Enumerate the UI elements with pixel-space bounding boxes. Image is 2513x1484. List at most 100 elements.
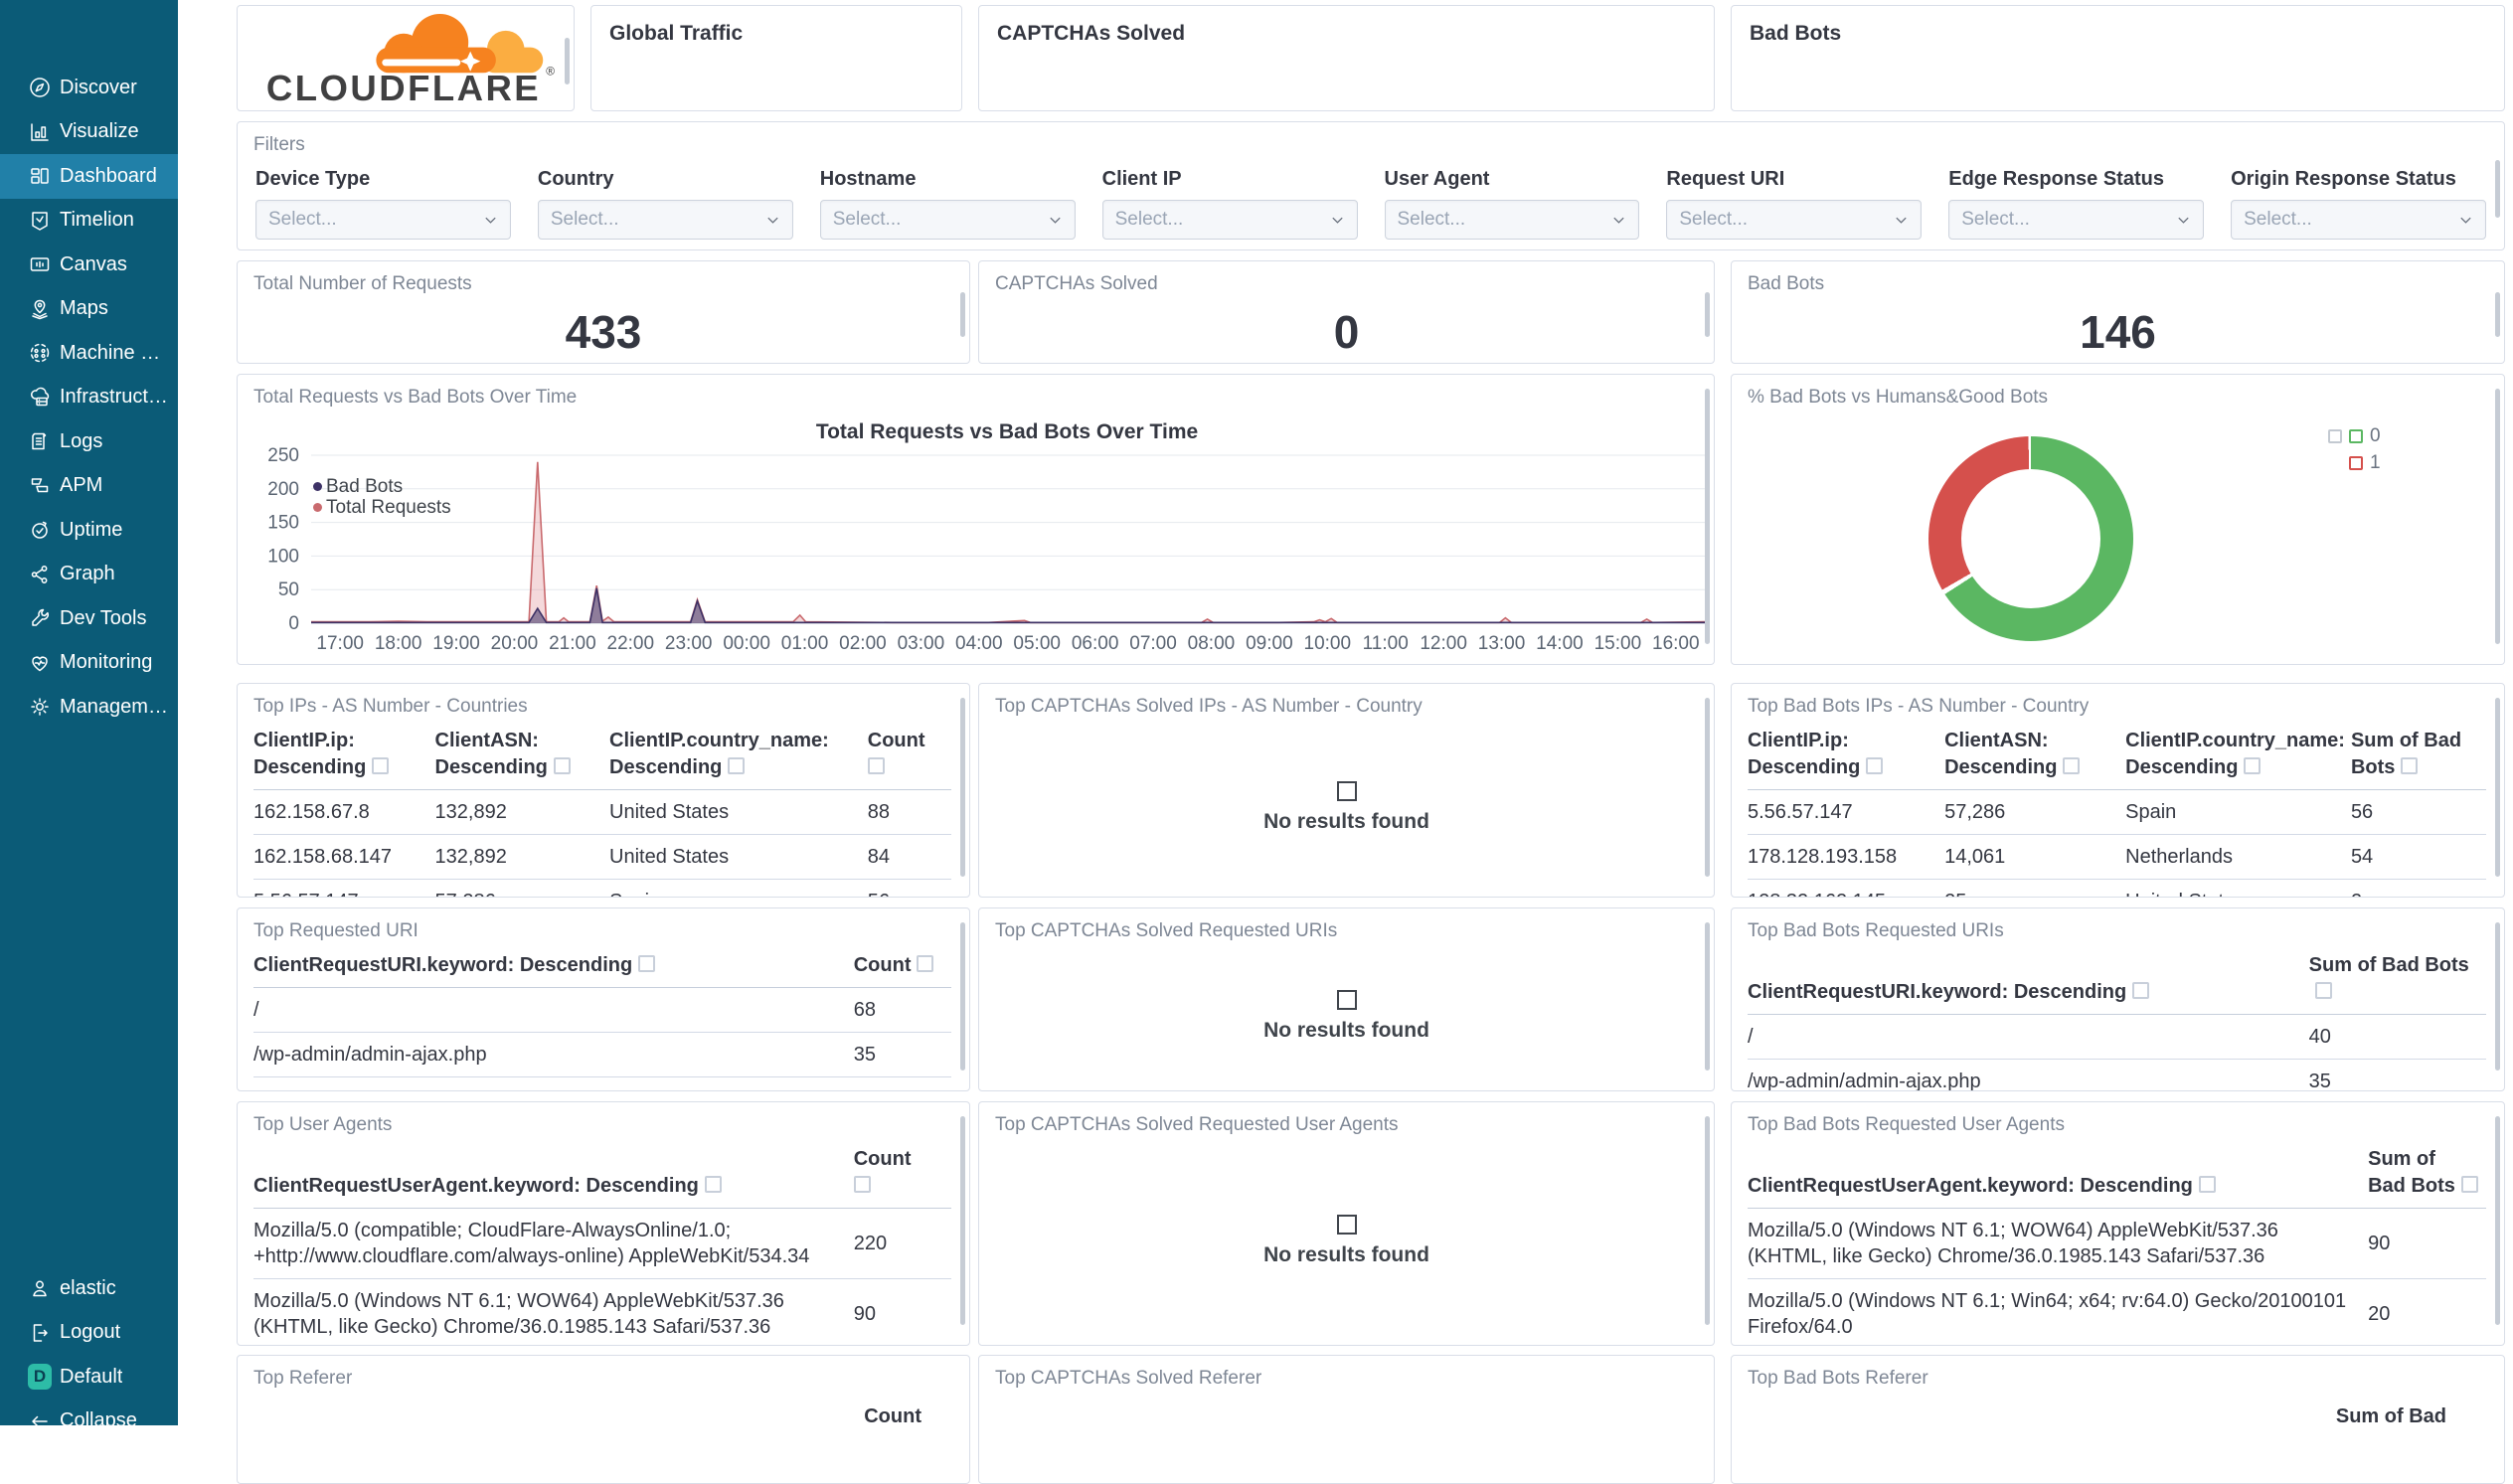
sort-box-icon bbox=[2244, 757, 2262, 774]
chevron-down-icon bbox=[485, 217, 496, 224]
scrollbar[interactable] bbox=[2495, 698, 2500, 877]
chart-legend: Bad Bots Total Requests bbox=[313, 476, 451, 518]
scrollbar[interactable] bbox=[1705, 291, 1710, 338]
table-cell: Mozilla/5.0 (compatible; CloudFlare-Alwa… bbox=[253, 1208, 854, 1279]
sidebar-item-timelion[interactable]: Timelion bbox=[0, 199, 178, 244]
scrollbar[interactable] bbox=[2495, 922, 2500, 1071]
cloudflare-logo-panel: CLOUDFLARE ® bbox=[237, 5, 575, 111]
table-column-header[interactable]: ClientRequestUserAgent.keyword: Descendi… bbox=[253, 1140, 854, 1209]
scrollbar[interactable] bbox=[1705, 698, 1710, 877]
sidebar-item-machine-learning[interactable]: Machine Le… bbox=[0, 331, 178, 376]
global-traffic-header-panel: Global Traffic bbox=[590, 5, 962, 111]
table-column-header[interactable]: ClientIP.country_name: Descending bbox=[2125, 722, 2351, 790]
table-cell: /wp-admin/admin-ajax.php bbox=[253, 1032, 854, 1077]
section-title-global-traffic: Global Traffic bbox=[609, 22, 744, 45]
filter-select-hostname[interactable]: Select... bbox=[819, 200, 1076, 240]
filter-select-country[interactable]: Select... bbox=[537, 200, 793, 240]
table-column-header[interactable]: Count bbox=[853, 946, 951, 988]
table-column-header[interactable]: Count bbox=[853, 1140, 951, 1209]
sidebar-item-visualize[interactable]: Visualize bbox=[0, 110, 178, 155]
sidebar-item-graph[interactable]: Graph bbox=[0, 553, 178, 597]
sidebar-item-apm[interactable]: APM bbox=[0, 464, 178, 509]
scrollbar[interactable] bbox=[960, 698, 965, 877]
scrollbar[interactable] bbox=[2495, 291, 2500, 338]
line-chart: Total Requests vs Bad Bots Over Time 0 50… bbox=[238, 375, 1714, 664]
table-panel-title: Top Bad Bots IPs - AS Number - Country bbox=[1748, 696, 2090, 717]
table-column-header[interactable]: ClientASN: Descending bbox=[1944, 722, 2126, 790]
scrollbar[interactable] bbox=[1705, 922, 1710, 1071]
filter-select-device-type[interactable]: Select... bbox=[255, 200, 511, 240]
table-cell: 16 bbox=[853, 1076, 951, 1090]
sidebar-item-collapse[interactable]: Collapse bbox=[0, 1400, 178, 1444]
scrollbar[interactable] bbox=[960, 922, 965, 1071]
filter-label: Edge Response Status bbox=[1948, 168, 2164, 190]
table-panel-title: Top CAPTCHAs Solved Requested URIs bbox=[995, 920, 1338, 941]
sidebar-item-dashboard[interactable]: Dashboard bbox=[0, 154, 178, 199]
section-title-bad-bots: Bad Bots bbox=[1750, 22, 1842, 45]
scrollbar[interactable] bbox=[565, 37, 570, 84]
sidebar-item-canvas[interactable]: Canvas bbox=[0, 243, 178, 287]
svg-text:100: 100 bbox=[267, 546, 299, 567]
legend-item-total-requests[interactable]: Total Requests bbox=[313, 497, 451, 518]
table-row: /40 bbox=[1748, 1014, 2486, 1060]
monitoring-icon bbox=[28, 651, 52, 675]
svg-text:11:00: 11:00 bbox=[1363, 633, 1409, 654]
table-column-header[interactable]: ClientIP.ip: Descending bbox=[1748, 722, 1945, 790]
legend-item-bad-bots[interactable]: Bad Bots bbox=[313, 476, 451, 497]
table-column-header[interactable]: Sum of Bad Bots bbox=[2368, 1140, 2486, 1209]
filter-select-request-uri[interactable]: Select... bbox=[1666, 200, 1923, 240]
infrastructure-icon bbox=[28, 386, 52, 410]
gear-icon bbox=[28, 695, 52, 719]
scrollbar[interactable] bbox=[2495, 389, 2500, 644]
table-header-count[interactable]: Count bbox=[238, 1390, 969, 1428]
sidebar-item-discover[interactable]: Discover bbox=[0, 66, 178, 110]
table-column-header[interactable]: ClientASN: Descending bbox=[434, 722, 610, 790]
sidebar-item-dev-tools[interactable]: Dev Tools bbox=[0, 596, 178, 641]
table-column-header[interactable]: Sum of Bad Bots bbox=[2350, 722, 2486, 790]
sidebar-bottom: elastic Logout D Default Collapse bbox=[0, 1266, 178, 1443]
donut-legend-item-0[interactable]: 0 bbox=[2328, 422, 2382, 449]
filter-select-edge-response-status[interactable]: Select... bbox=[1948, 200, 2205, 240]
filter-edge-response-status: Edge Response Status Select... bbox=[1948, 168, 2205, 240]
table-column-header[interactable]: Count bbox=[867, 722, 951, 790]
sidebar-item-uptime[interactable]: Uptime bbox=[0, 508, 178, 553]
sidebar-item-logout[interactable]: Logout bbox=[0, 1311, 178, 1356]
sidebar-item-management[interactable]: Management bbox=[0, 685, 178, 730]
scrollbar[interactable] bbox=[960, 1116, 965, 1325]
scrollbar[interactable] bbox=[2495, 160, 2500, 218]
default-space-badge: D bbox=[28, 1364, 52, 1391]
sidebar-item-default-space[interactable]: D Default bbox=[0, 1355, 178, 1400]
dashboard-page: Discover Visualize Dashboard Timelion Ca… bbox=[0, 0, 2513, 1484]
filter-select-client-ip[interactable]: Select... bbox=[1101, 200, 1358, 240]
table-cell: Mozilla/5.0 (Windows NT 6.1; Win64; x64;… bbox=[1748, 1278, 2369, 1345]
table-header-sum-of-bad[interactable]: Sum of Bad bbox=[1732, 1390, 2504, 1428]
sidebar-item-label: Maps bbox=[60, 297, 108, 320]
svg-text:00:00: 00:00 bbox=[723, 633, 770, 654]
sidebar-item-maps[interactable]: Maps bbox=[0, 287, 178, 332]
table-cell: 57,286 bbox=[1944, 789, 2126, 835]
table-row: /68 bbox=[253, 987, 951, 1033]
filter-label: Client IP bbox=[1101, 168, 1182, 190]
table-column-header[interactable]: ClientRequestURI.keyword: Descending bbox=[253, 946, 854, 988]
table-column-header[interactable]: ClientIP.country_name: Descending bbox=[609, 722, 868, 790]
sidebar-item-user-elastic[interactable]: elastic bbox=[0, 1266, 178, 1311]
table-column-header[interactable]: Sum of Bad Bots bbox=[2308, 946, 2486, 1015]
table-column-header[interactable]: ClientIP.ip: Descending bbox=[253, 722, 435, 790]
table-row: 5.56.57.14757,286Spain56 bbox=[253, 879, 951, 897]
sidebar-item-monitoring[interactable]: Monitoring bbox=[0, 641, 178, 686]
table-column-header[interactable]: ClientRequestURI.keyword: Descending bbox=[1748, 946, 2309, 1015]
filter-select-user-agent[interactable]: Select... bbox=[1384, 200, 1640, 240]
donut-legend-item-1[interactable]: 1 bbox=[2328, 449, 2382, 476]
filter-device-type: Device Type Select... bbox=[255, 168, 511, 240]
filter-select-origin-response-status[interactable]: Select... bbox=[2231, 200, 2486, 240]
metric-title: CAPTCHAs Solved bbox=[995, 273, 1158, 294]
scrollbar[interactable] bbox=[1705, 389, 1710, 644]
section-title-captchas-solved: CAPTCHAs Solved bbox=[997, 22, 1186, 45]
scrollbar[interactable] bbox=[1705, 1116, 1710, 1325]
sidebar-item-infrastructure[interactable]: Infrastructure bbox=[0, 376, 178, 420]
svg-text:10:00: 10:00 bbox=[1304, 633, 1352, 654]
sidebar-item-logs[interactable]: Logs bbox=[0, 419, 178, 464]
scrollbar[interactable] bbox=[2495, 1116, 2500, 1325]
table-column-header[interactable]: ClientRequestUserAgent.keyword: Descendi… bbox=[1748, 1140, 2369, 1209]
scrollbar[interactable] bbox=[960, 291, 965, 338]
